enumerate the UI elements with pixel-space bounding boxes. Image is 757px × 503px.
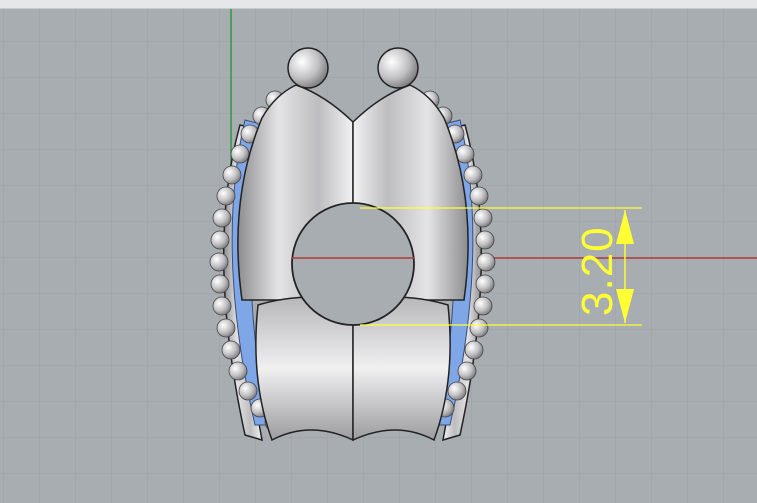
dimension-value: 3.20 <box>573 226 622 316</box>
viewport-3d[interactable]: 3.20 <box>0 0 757 503</box>
top-ball-left <box>287 47 329 89</box>
ring-center-hole <box>291 202 415 326</box>
top-ball-right <box>377 47 419 89</box>
viewport-canvas[interactable]: 3.20 <box>0 0 757 503</box>
